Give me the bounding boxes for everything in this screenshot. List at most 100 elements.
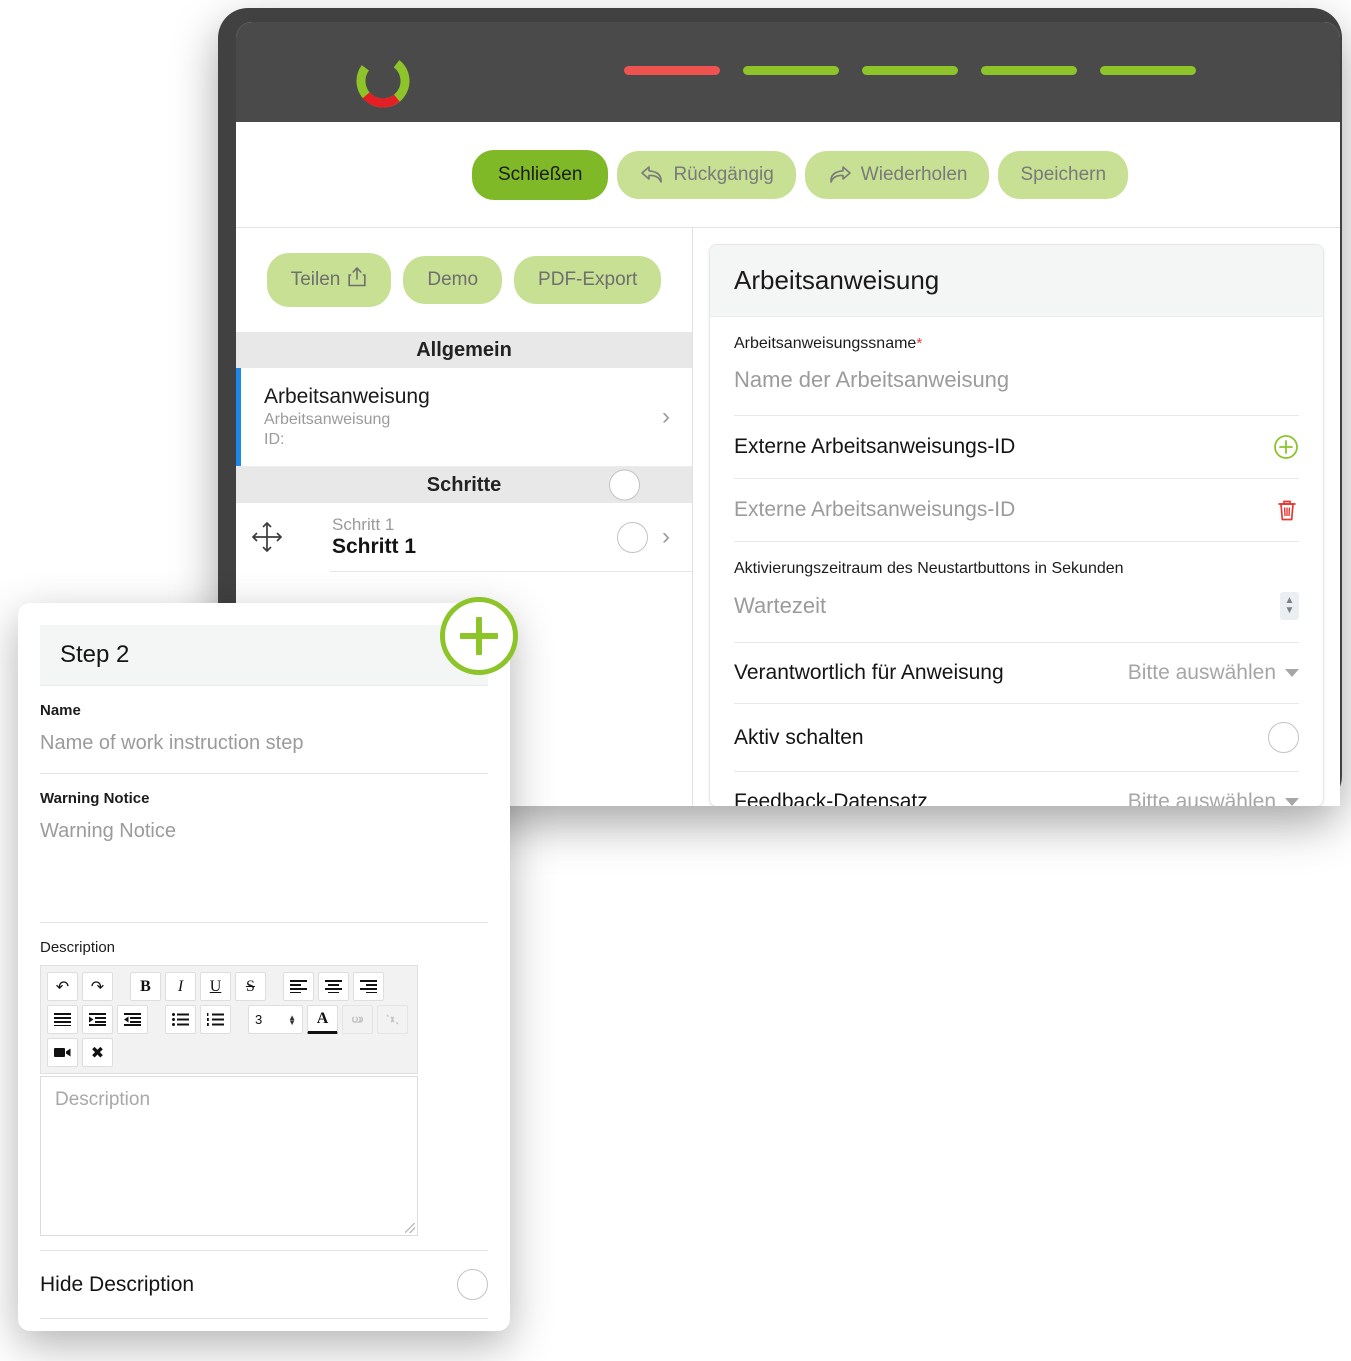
section-header-general-label: Allgemein bbox=[416, 338, 512, 361]
instruction-name-input[interactable]: Name der Arbeitsanweisung bbox=[734, 353, 1299, 403]
add-external-id-button[interactable] bbox=[1273, 434, 1299, 460]
app-header bbox=[236, 22, 1340, 122]
align-center-icon[interactable] bbox=[318, 972, 349, 1001]
link-icon[interactable] bbox=[342, 1005, 373, 1034]
demo-button[interactable]: Demo bbox=[403, 256, 503, 304]
restart-wait-input[interactable]: Wartezeit bbox=[734, 593, 826, 619]
outdent-icon[interactable] bbox=[117, 1005, 148, 1034]
section-header-general: Allgemein bbox=[236, 332, 692, 368]
required-marker: * bbox=[916, 335, 923, 352]
list-item-title: Arbeitsanweisung bbox=[264, 385, 430, 408]
description-placeholder: Description bbox=[55, 1089, 151, 1110]
redo-button[interactable]: Wiederholen bbox=[804, 150, 990, 199]
font-size-stepper-icon: ▲ ▼ bbox=[288, 1012, 296, 1027]
redo-button-label: Wiederholen bbox=[860, 163, 968, 185]
field-feedback[interactable]: Feedback-Datensatz Bitte auswählen bbox=[734, 772, 1299, 806]
external-id-input[interactable]: Externe Arbeitsanweisungs-ID bbox=[734, 498, 1015, 522]
field-external-id-row: Externe Arbeitsanweisungs-ID bbox=[734, 479, 1299, 542]
strikethrough-icon[interactable]: S bbox=[235, 972, 266, 1001]
number-spinner[interactable]: ▲ ▼ bbox=[1280, 592, 1299, 620]
step-list-item[interactable]: Schritt 1 Schritt 1 › bbox=[236, 503, 692, 572]
indent-icon[interactable] bbox=[82, 1005, 113, 1034]
chevron-down-icon bbox=[1285, 669, 1299, 677]
work-instruction-card: Arbeitsanweisung Arbeitsanweisungssname*… bbox=[709, 244, 1324, 806]
share-icon bbox=[347, 266, 367, 294]
field-restart-wait: Aktivierungszeitraum des Neustartbuttons… bbox=[734, 542, 1299, 643]
undo-icon[interactable]: ↶ bbox=[47, 972, 78, 1001]
hide-description-toggle[interactable] bbox=[457, 1269, 488, 1300]
spinner-down-icon: ▼ bbox=[1284, 605, 1295, 616]
numbered-list-icon[interactable] bbox=[200, 1005, 231, 1034]
undo-button[interactable]: Rückgängig bbox=[617, 150, 796, 199]
auto-confirm-row: Automatically confirm step bbox=[40, 1318, 488, 1331]
share-chip-label: Teilen bbox=[290, 269, 341, 290]
font-color-icon[interactable]: A bbox=[307, 1005, 338, 1034]
restart-wait-label: Aktivierungszeitraum des Neustartbuttons… bbox=[734, 560, 1124, 577]
active-toggle[interactable] bbox=[1268, 722, 1299, 753]
font-size-select[interactable]: 3 ▲ ▼ bbox=[248, 1005, 303, 1034]
drag-handle-icon[interactable] bbox=[236, 519, 298, 555]
align-left-icon[interactable] bbox=[283, 972, 314, 1001]
field-active: Aktiv schalten bbox=[734, 704, 1299, 772]
card-title: Arbeitsanweisung bbox=[710, 245, 1323, 317]
feedback-label: Feedback-Datensatz bbox=[734, 790, 928, 806]
step-item-toggle[interactable] bbox=[617, 521, 648, 553]
circle-logo-icon bbox=[352, 50, 414, 112]
responsible-select[interactable]: Bitte auswählen bbox=[1128, 661, 1299, 685]
nav-pill-5[interactable] bbox=[1100, 66, 1196, 75]
step-name-field: Name Name of work instruction step bbox=[40, 686, 488, 774]
step-name-input[interactable]: Name of work instruction step bbox=[40, 719, 488, 761]
section-header-steps: Schritte bbox=[236, 467, 692, 504]
align-right-icon[interactable] bbox=[353, 972, 384, 1001]
responsible-label: Verantwortlich für Anweisung bbox=[734, 661, 1004, 684]
add-step-button[interactable] bbox=[440, 597, 518, 675]
pdf-export-button[interactable]: PDF-Export bbox=[514, 256, 662, 304]
redo-icon[interactable]: ↷ bbox=[82, 972, 113, 1001]
hide-description-label: Hide Description bbox=[40, 1272, 195, 1296]
steps-section-toggle[interactable] bbox=[609, 469, 640, 501]
clear-format-icon[interactable]: ✖ bbox=[82, 1038, 113, 1067]
description-label: Description bbox=[40, 939, 116, 956]
description-textarea[interactable]: Description bbox=[40, 1076, 418, 1236]
field-external-id-header: Externe Arbeitsanweisungs-ID bbox=[734, 416, 1299, 479]
save-button[interactable]: Speichern bbox=[998, 150, 1129, 199]
share-button[interactable]: Teilen bbox=[266, 253, 392, 307]
field-instruction-name: Arbeitsanweisungssname* Name der Arbeits… bbox=[734, 317, 1299, 416]
unlink-icon[interactable] bbox=[377, 1005, 408, 1034]
nav-pill-3[interactable] bbox=[862, 66, 958, 75]
chevron-down-icon-2 bbox=[1285, 798, 1299, 806]
list-item-texts: Arbeitsanweisung Arbeitsanweisung ID: bbox=[236, 384, 662, 450]
underline-icon[interactable]: U bbox=[200, 972, 231, 1001]
selection-indicator bbox=[236, 368, 241, 467]
field-responsible[interactable]: Verantwortlich für Anweisung Bitte auswä… bbox=[734, 643, 1299, 704]
section-header-steps-label: Schritte bbox=[426, 473, 502, 496]
nav-pill-1[interactable] bbox=[624, 66, 720, 75]
font-size-value: 3 bbox=[255, 1012, 263, 1027]
align-justify-icon[interactable] bbox=[47, 1005, 78, 1034]
step-name-label: Name bbox=[40, 702, 81, 719]
top-nav-pills bbox=[624, 66, 1196, 75]
list-item-work-instruction[interactable]: Arbeitsanweisung Arbeitsanweisung ID: › bbox=[236, 368, 692, 468]
share-chip-row: Teilen Demo PDF-Export bbox=[236, 228, 692, 332]
hide-description-row: Hide Description bbox=[40, 1250, 488, 1318]
nav-pill-2[interactable] bbox=[743, 66, 839, 75]
external-id-label: Externe Arbeitsanweisungs-ID bbox=[734, 435, 1016, 458]
chevron-right-icon: › bbox=[662, 403, 670, 431]
step-item-title: Schritt 1 bbox=[332, 535, 417, 559]
italic-icon[interactable]: I bbox=[165, 972, 196, 1001]
bullet-list-icon[interactable] bbox=[165, 1005, 196, 1034]
step-item-subtitle: Schritt 1 bbox=[332, 515, 395, 535]
nav-pill-4[interactable] bbox=[981, 66, 1077, 75]
warning-notice-field: Warning Notice Warning Notice bbox=[40, 774, 488, 923]
warning-notice-input[interactable]: Warning Notice bbox=[40, 807, 488, 849]
textarea-resize-handle[interactable] bbox=[405, 1223, 415, 1233]
step-detail-modal: Step 2 Name Name of work instruction ste… bbox=[18, 603, 510, 1331]
delete-external-id-button[interactable] bbox=[1275, 497, 1299, 523]
spinner-up-icon: ▲ bbox=[1284, 595, 1295, 606]
bold-icon[interactable]: B bbox=[130, 972, 161, 1001]
feedback-select[interactable]: Bitte auswählen bbox=[1128, 790, 1299, 806]
responsible-select-value: Bitte auswählen bbox=[1127, 661, 1276, 684]
active-label: Aktiv schalten bbox=[734, 725, 864, 749]
close-button[interactable]: Schließen bbox=[471, 149, 609, 200]
video-icon[interactable] bbox=[47, 1038, 78, 1067]
